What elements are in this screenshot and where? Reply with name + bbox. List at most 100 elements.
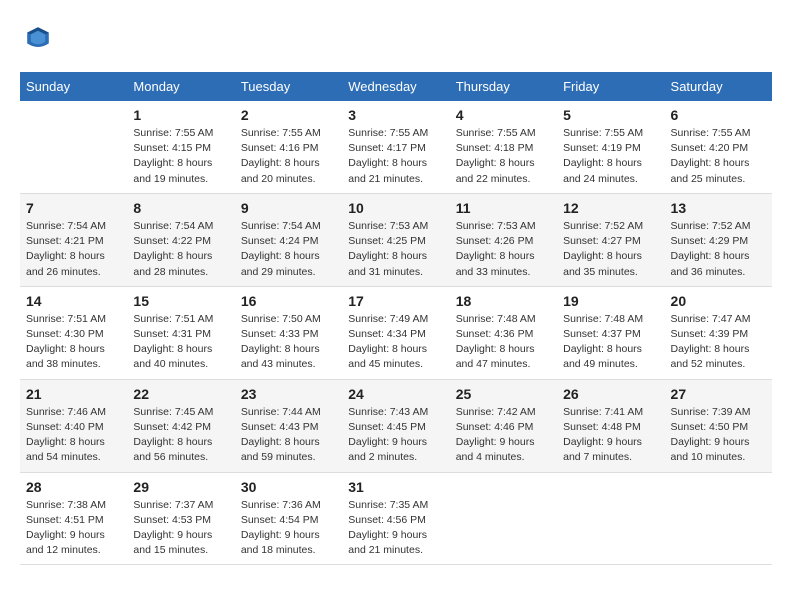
calendar-week-1: 1 Sunrise: 7:55 AMSunset: 4:15 PMDayligh… [20,101,772,193]
weekday-header-wednesday: Wednesday [342,72,449,101]
day-info: Sunrise: 7:55 AMSunset: 4:18 PMDaylight:… [456,126,551,187]
day-number: 9 [241,200,336,216]
weekday-header-saturday: Saturday [665,72,772,101]
calendar-cell: 12 Sunrise: 7:52 AMSunset: 4:27 PMDaylig… [557,193,664,286]
calendar-cell: 24 Sunrise: 7:43 AMSunset: 4:45 PMDaylig… [342,379,449,472]
day-info: Sunrise: 7:47 AMSunset: 4:39 PMDaylight:… [671,312,766,373]
day-info: Sunrise: 7:53 AMSunset: 4:25 PMDaylight:… [348,219,443,280]
calendar-cell: 1 Sunrise: 7:55 AMSunset: 4:15 PMDayligh… [127,101,234,193]
day-info: Sunrise: 7:54 AMSunset: 4:21 PMDaylight:… [26,219,121,280]
calendar-cell: 13 Sunrise: 7:52 AMSunset: 4:29 PMDaylig… [665,193,772,286]
weekday-header-monday: Monday [127,72,234,101]
day-number: 4 [456,107,551,123]
day-number: 25 [456,386,551,402]
day-number: 21 [26,386,121,402]
calendar-week-2: 7 Sunrise: 7:54 AMSunset: 4:21 PMDayligh… [20,193,772,286]
day-info: Sunrise: 7:43 AMSunset: 4:45 PMDaylight:… [348,405,443,466]
day-number: 14 [26,293,121,309]
day-info: Sunrise: 7:55 AMSunset: 4:16 PMDaylight:… [241,126,336,187]
day-number: 22 [133,386,228,402]
calendar-cell: 3 Sunrise: 7:55 AMSunset: 4:17 PMDayligh… [342,101,449,193]
calendar-cell [557,472,664,565]
day-info: Sunrise: 7:48 AMSunset: 4:36 PMDaylight:… [456,312,551,373]
day-number: 7 [26,200,121,216]
weekday-header-tuesday: Tuesday [235,72,342,101]
day-number: 2 [241,107,336,123]
calendar-table: SundayMondayTuesdayWednesdayThursdayFrid… [20,72,772,565]
day-number: 15 [133,293,228,309]
day-number: 28 [26,479,121,495]
day-info: Sunrise: 7:55 AMSunset: 4:17 PMDaylight:… [348,126,443,187]
day-number: 10 [348,200,443,216]
day-info: Sunrise: 7:37 AMSunset: 4:53 PMDaylight:… [133,498,228,559]
calendar-cell: 16 Sunrise: 7:50 AMSunset: 4:33 PMDaylig… [235,286,342,379]
day-number: 23 [241,386,336,402]
day-info: Sunrise: 7:55 AMSunset: 4:15 PMDaylight:… [133,126,228,187]
calendar-cell: 31 Sunrise: 7:35 AMSunset: 4:56 PMDaylig… [342,472,449,565]
day-number: 16 [241,293,336,309]
day-number: 3 [348,107,443,123]
day-number: 11 [456,200,551,216]
day-number: 27 [671,386,766,402]
calendar-cell: 10 Sunrise: 7:53 AMSunset: 4:25 PMDaylig… [342,193,449,286]
day-info: Sunrise: 7:51 AMSunset: 4:31 PMDaylight:… [133,312,228,373]
weekday-header-friday: Friday [557,72,664,101]
calendar-cell: 29 Sunrise: 7:37 AMSunset: 4:53 PMDaylig… [127,472,234,565]
calendar-cell: 21 Sunrise: 7:46 AMSunset: 4:40 PMDaylig… [20,379,127,472]
calendar-cell: 2 Sunrise: 7:55 AMSunset: 4:16 PMDayligh… [235,101,342,193]
calendar-cell: 9 Sunrise: 7:54 AMSunset: 4:24 PMDayligh… [235,193,342,286]
day-info: Sunrise: 7:50 AMSunset: 4:33 PMDaylight:… [241,312,336,373]
day-info: Sunrise: 7:53 AMSunset: 4:26 PMDaylight:… [456,219,551,280]
calendar-week-4: 21 Sunrise: 7:46 AMSunset: 4:40 PMDaylig… [20,379,772,472]
day-number: 29 [133,479,228,495]
logo [20,20,62,56]
day-info: Sunrise: 7:54 AMSunset: 4:24 PMDaylight:… [241,219,336,280]
calendar-cell: 14 Sunrise: 7:51 AMSunset: 4:30 PMDaylig… [20,286,127,379]
day-info: Sunrise: 7:55 AMSunset: 4:20 PMDaylight:… [671,126,766,187]
weekday-header-sunday: Sunday [20,72,127,101]
calendar-week-3: 14 Sunrise: 7:51 AMSunset: 4:30 PMDaylig… [20,286,772,379]
day-info: Sunrise: 7:54 AMSunset: 4:22 PMDaylight:… [133,219,228,280]
day-info: Sunrise: 7:55 AMSunset: 4:19 PMDaylight:… [563,126,658,187]
day-info: Sunrise: 7:52 AMSunset: 4:29 PMDaylight:… [671,219,766,280]
day-number: 31 [348,479,443,495]
calendar-cell: 28 Sunrise: 7:38 AMSunset: 4:51 PMDaylig… [20,472,127,565]
weekday-header-thursday: Thursday [450,72,557,101]
day-info: Sunrise: 7:46 AMSunset: 4:40 PMDaylight:… [26,405,121,466]
day-info: Sunrise: 7:36 AMSunset: 4:54 PMDaylight:… [241,498,336,559]
day-number: 20 [671,293,766,309]
day-number: 17 [348,293,443,309]
calendar-cell: 20 Sunrise: 7:47 AMSunset: 4:39 PMDaylig… [665,286,772,379]
day-info: Sunrise: 7:45 AMSunset: 4:42 PMDaylight:… [133,405,228,466]
calendar-cell: 5 Sunrise: 7:55 AMSunset: 4:19 PMDayligh… [557,101,664,193]
day-number: 26 [563,386,658,402]
day-info: Sunrise: 7:35 AMSunset: 4:56 PMDaylight:… [348,498,443,559]
day-info: Sunrise: 7:41 AMSunset: 4:48 PMDaylight:… [563,405,658,466]
calendar-cell: 25 Sunrise: 7:42 AMSunset: 4:46 PMDaylig… [450,379,557,472]
calendar-cell: 22 Sunrise: 7:45 AMSunset: 4:42 PMDaylig… [127,379,234,472]
day-number: 30 [241,479,336,495]
day-number: 13 [671,200,766,216]
day-info: Sunrise: 7:49 AMSunset: 4:34 PMDaylight:… [348,312,443,373]
day-number: 19 [563,293,658,309]
calendar-cell: 15 Sunrise: 7:51 AMSunset: 4:31 PMDaylig… [127,286,234,379]
calendar-week-5: 28 Sunrise: 7:38 AMSunset: 4:51 PMDaylig… [20,472,772,565]
page-header [20,20,772,56]
calendar-cell: 11 Sunrise: 7:53 AMSunset: 4:26 PMDaylig… [450,193,557,286]
calendar-cell [450,472,557,565]
day-info: Sunrise: 7:51 AMSunset: 4:30 PMDaylight:… [26,312,121,373]
calendar-cell: 23 Sunrise: 7:44 AMSunset: 4:43 PMDaylig… [235,379,342,472]
calendar-cell: 17 Sunrise: 7:49 AMSunset: 4:34 PMDaylig… [342,286,449,379]
calendar-cell: 7 Sunrise: 7:54 AMSunset: 4:21 PMDayligh… [20,193,127,286]
calendar-cell: 8 Sunrise: 7:54 AMSunset: 4:22 PMDayligh… [127,193,234,286]
day-number: 24 [348,386,443,402]
day-number: 12 [563,200,658,216]
day-info: Sunrise: 7:52 AMSunset: 4:27 PMDaylight:… [563,219,658,280]
day-info: Sunrise: 7:42 AMSunset: 4:46 PMDaylight:… [456,405,551,466]
calendar-cell: 26 Sunrise: 7:41 AMSunset: 4:48 PMDaylig… [557,379,664,472]
day-number: 6 [671,107,766,123]
calendar-cell: 27 Sunrise: 7:39 AMSunset: 4:50 PMDaylig… [665,379,772,472]
day-number: 1 [133,107,228,123]
logo-icon [20,20,56,56]
calendar-cell: 6 Sunrise: 7:55 AMSunset: 4:20 PMDayligh… [665,101,772,193]
